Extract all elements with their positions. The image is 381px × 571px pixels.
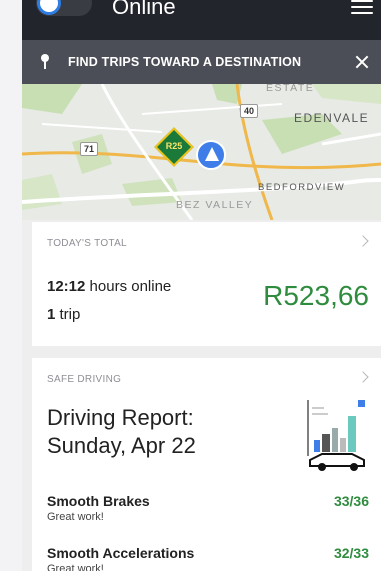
hours-online-row: 12:12 hours online bbox=[47, 278, 171, 295]
route-shield-r25-label: R25 bbox=[165, 141, 183, 151]
metric-name: Smooth Accelerations bbox=[47, 545, 195, 561]
menu-icon[interactable] bbox=[351, 0, 373, 16]
hours-value: 12:12 bbox=[47, 278, 86, 295]
trips-value: 1 bbox=[47, 306, 56, 323]
driving-report-illustration-icon bbox=[302, 394, 372, 474]
toggle-knob bbox=[37, 0, 61, 15]
metric-sub: Great work! bbox=[47, 563, 104, 571]
route-shield-71: 71 bbox=[80, 142, 99, 156]
safe-driving-header: SAFE DRIVING bbox=[47, 374, 122, 385]
map-view[interactable]: ESTATE EDENVALE BEDFORDVIEW BEZ VALLEY 4… bbox=[22, 82, 381, 220]
report-title-line1: Driving Report: bbox=[47, 405, 194, 430]
chevron-right-icon[interactable] bbox=[359, 371, 369, 385]
map-label-estate: ESTATE bbox=[266, 82, 315, 94]
map-label-bez-valley: BEZ VALLEY bbox=[176, 199, 254, 211]
chevron-right-icon[interactable] bbox=[359, 235, 369, 249]
top-status-bar: Online bbox=[22, 0, 381, 40]
destination-banner[interactable]: FIND TRIPS TOWARD A DESTINATION bbox=[22, 40, 381, 84]
metric-sub: Great work! bbox=[47, 511, 104, 523]
earnings-total: R523,66 bbox=[263, 280, 369, 311]
pin-icon bbox=[30, 53, 60, 71]
map-label-bedfordview: BEDFORDVIEW bbox=[258, 182, 346, 193]
metric-score: 32/33 bbox=[333, 545, 369, 561]
banner-text: FIND TRIPS TOWARD A DESTINATION bbox=[68, 55, 302, 69]
trips-suffix: trip bbox=[59, 306, 81, 323]
navigation-arrow-icon bbox=[196, 140, 226, 170]
map-label-edenvale: EDENVALE bbox=[294, 111, 370, 125]
metric-name: Smooth Brakes bbox=[47, 493, 150, 509]
online-toggle[interactable] bbox=[36, 0, 92, 16]
online-status-label: Online bbox=[112, 0, 176, 19]
safe-driving-card[interactable]: SAFE DRIVING Driving Report: Sunday, Apr… bbox=[32, 358, 381, 571]
driver-app-screen: Online FIND TRIPS TOWARD A DESTINATION E… bbox=[22, 0, 381, 571]
todays-total-card[interactable]: TODAY'S TOTAL 12:12 hours online 1 trip … bbox=[32, 222, 381, 346]
driving-report-title: Driving Report: Sunday, Apr 22 bbox=[47, 404, 196, 460]
hours-suffix: hours online bbox=[89, 278, 172, 295]
close-icon[interactable] bbox=[351, 51, 373, 73]
route-shield-40: 40 bbox=[240, 104, 259, 118]
metric-score: 33/36 bbox=[333, 493, 369, 509]
trips-row: 1 trip bbox=[47, 306, 80, 323]
report-title-line2: Sunday, Apr 22 bbox=[47, 433, 196, 458]
todays-total-header: TODAY'S TOTAL bbox=[47, 238, 127, 249]
